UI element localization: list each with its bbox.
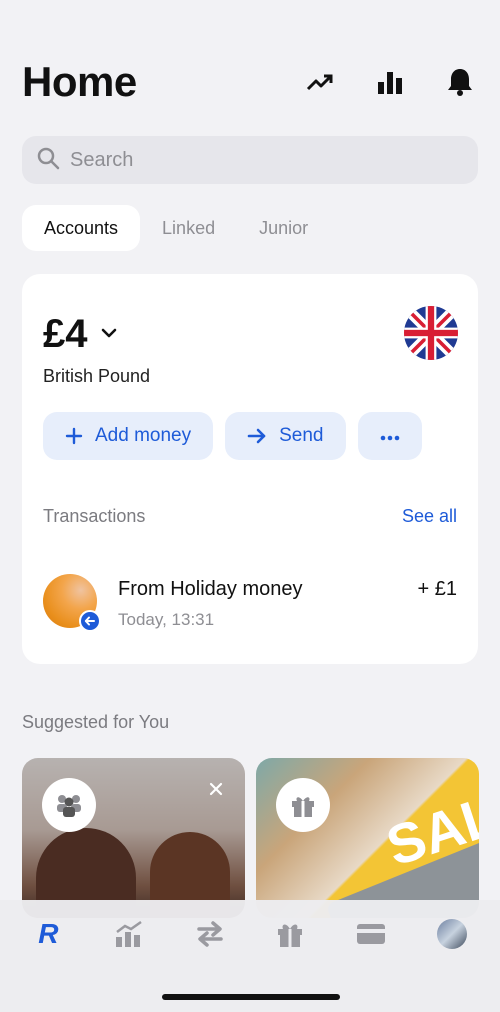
profile-icon[interactable] [432,914,472,954]
suggested-card-group[interactable] [22,758,245,918]
add-money-label: Add money [95,425,192,446]
suggested-title: Suggested for You [22,712,170,732]
balance-amount: £4 [43,312,88,356]
transactions-header: Transactions See all [43,506,457,527]
transaction-name: From Holiday money [118,578,303,600]
plus-icon [65,427,83,445]
search-icon [36,146,60,175]
account-actions: Add money Send [43,412,422,460]
tab-accounts[interactable]: Accounts [22,205,141,251]
add-money-button[interactable]: Add money [43,412,214,460]
home-icon[interactable]: R [28,914,68,954]
header: Home [22,52,478,112]
transaction-row[interactable]: From Holiday money Today, 13:31 + £1 [43,574,457,632]
currency-name: British Pound [43,366,151,386]
avatar [436,919,467,949]
see-all-link[interactable]: See all [402,506,457,527]
account-card: £4 British Pound Add money Send Transact… [22,274,478,664]
rewards-icon[interactable] [270,914,310,954]
home-indicator[interactable] [162,994,340,1000]
arrow-right-icon [247,428,267,444]
cards-icon[interactable] [351,914,391,954]
chevron-down-icon [100,326,118,344]
tab-linked[interactable]: Linked [140,205,237,251]
search-bar[interactable] [22,136,478,184]
bell-icon[interactable] [442,64,478,100]
search-input[interactable] [70,148,450,172]
transfers-icon[interactable] [190,914,230,954]
account-tabs: Accounts Linked Junior [22,205,330,251]
transaction-amount: + £1 [417,578,457,600]
close-icon[interactable] [209,782,223,801]
send-button[interactable]: Send [225,412,346,460]
uk-flag-icon[interactable] [404,306,458,360]
group-icon [42,778,96,832]
page-title: Home [22,58,137,105]
transactions-title: Transactions [43,506,146,526]
bar-chart-icon[interactable] [372,64,408,100]
send-label: Send [279,425,324,446]
invest-icon[interactable] [109,914,149,954]
more-button[interactable] [357,412,422,460]
suggested-card-gift[interactable]: SAL [256,758,479,918]
balance-selector[interactable]: £4 [43,312,118,357]
more-icon [380,425,400,447]
tab-junior[interactable]: Junior [237,205,330,251]
incoming-arrow-icon [79,610,101,632]
transaction-time: Today, 13:31 [118,610,215,629]
trending-icon[interactable] [302,64,338,100]
gift-icon [276,778,330,832]
